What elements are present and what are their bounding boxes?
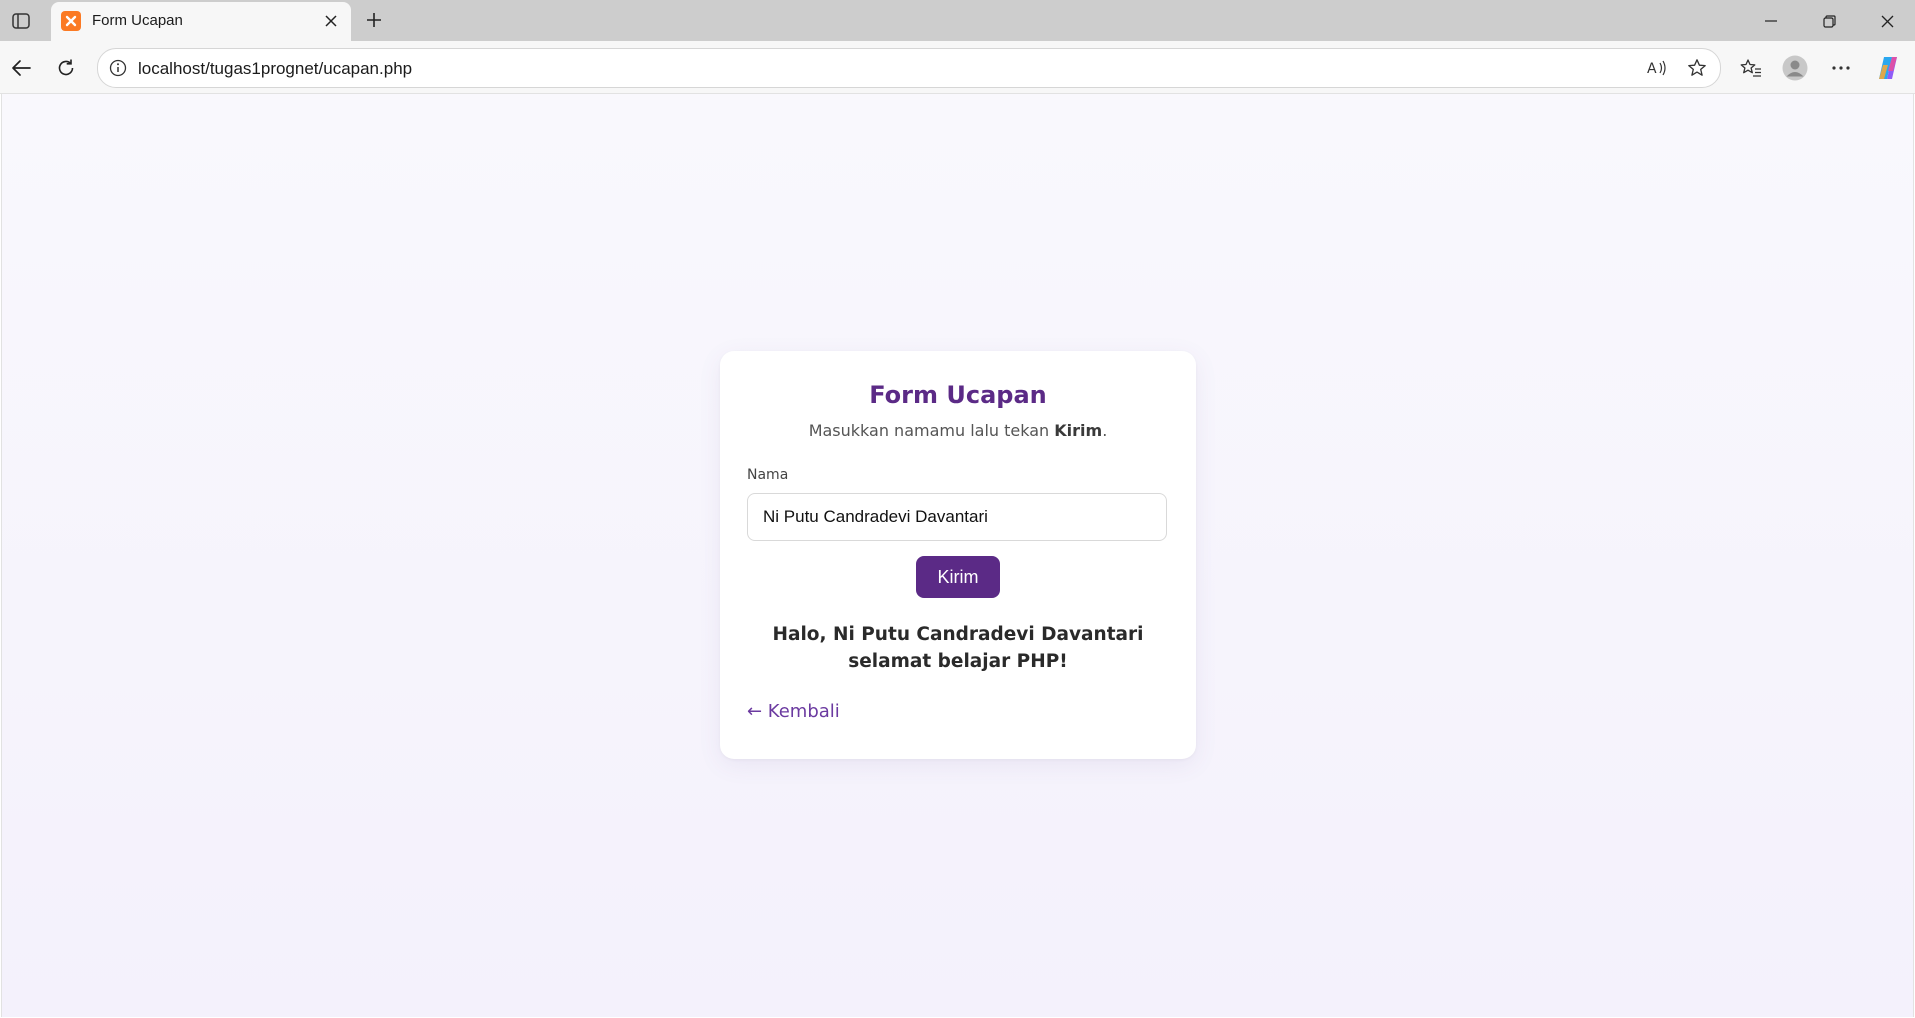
form-card: Form Ucapan Masukkan namamu lalu tekan K… <box>720 351 1196 759</box>
subtitle-prefix: Masukkan namamu lalu tekan <box>808 421 1055 440</box>
address-bar[interactable]: localhost/tugas1prognet/ucapan.php A <box>97 48 1721 88</box>
tab-actions-icon[interactable] <box>8 8 34 34</box>
page-viewport: Form Ucapan Masukkan namamu lalu tekan K… <box>1 94 1914 1017</box>
more-icon[interactable] <box>1826 53 1856 83</box>
restore-icon[interactable] <box>1806 6 1852 36</box>
close-window-icon[interactable] <box>1864 6 1910 36</box>
favorites-icon[interactable] <box>1736 53 1766 83</box>
subtitle-suffix: . <box>1102 421 1108 440</box>
copilot-icon[interactable] <box>1873 53 1903 83</box>
avatar-icon[interactable] <box>1780 53 1810 83</box>
subtitle-bold: Kirim <box>1054 421 1103 440</box>
page-subtitle: Masukkan namamu lalu tekan Kirim. <box>720 421 1196 440</box>
info-icon[interactable] <box>108 58 128 78</box>
browser-toolbar: localhost/tugas1prognet/ucapan.php A <box>0 41 1915 94</box>
back-icon[interactable] <box>6 53 36 83</box>
close-tab-icon[interactable] <box>321 11 341 31</box>
tab-title: Form Ucapan <box>92 12 183 29</box>
url-text[interactable]: localhost/tugas1prognet/ucapan.php <box>138 59 412 79</box>
read-aloud-icon[interactable]: A <box>1646 57 1668 79</box>
active-tab[interactable]: Form Ucapan <box>51 2 351 41</box>
name-label: Nama <box>747 467 789 483</box>
tab-strip: Form Ucapan <box>0 0 1915 41</box>
page-title: Form Ucapan <box>869 381 1047 409</box>
name-input[interactable] <box>747 493 1167 541</box>
minimize-icon[interactable] <box>1748 6 1794 36</box>
back-link[interactable]: ← Kembali <box>747 701 840 722</box>
submit-button[interactable]: Kirim <box>916 556 1000 598</box>
greeting-message: Halo, Ni Putu Candradevi Davantari selam… <box>772 624 1144 672</box>
new-tab-button[interactable] <box>361 7 387 33</box>
star-icon[interactable] <box>1686 57 1708 79</box>
xampp-icon <box>61 11 81 31</box>
svg-text:A: A <box>1647 61 1657 77</box>
refresh-icon[interactable] <box>51 53 81 83</box>
